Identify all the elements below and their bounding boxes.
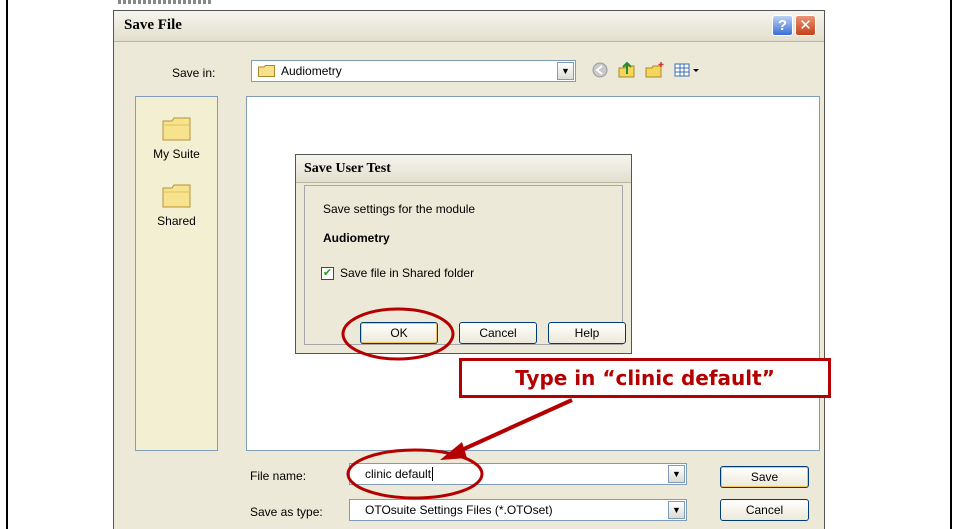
shared-folder-checkbox-label[interactable]: Save file in Shared folder <box>340 266 474 280</box>
file-name-input[interactable]: clinic default ▼ <box>349 463 687 485</box>
checkmark-icon: ✔ <box>322 267 333 279</box>
slide-frame-left <box>6 0 8 529</box>
chevron-down-icon[interactable]: ▼ <box>668 501 685 519</box>
cancel-button[interactable]: Cancel <box>720 499 809 521</box>
place-my-suite[interactable]: My Suite <box>136 115 217 161</box>
save-as-type-value: OTOsuite Settings Files (*.OTOset) <box>365 503 553 517</box>
save-in-dropdown[interactable]: Audiometry ▼ <box>251 60 576 82</box>
save-as-type-label: Save as type: <box>250 505 323 519</box>
place-shared[interactable]: Shared <box>136 182 217 228</box>
save-user-test-dialog: Save User Test Save settings for the mod… <box>295 154 632 354</box>
help-button[interactable]: Help <box>548 322 626 344</box>
annotation-text: Type in “clinic default” <box>515 366 775 390</box>
save-as-type-dropdown[interactable]: OTOsuite Settings Files (*.OTOset) ▼ <box>349 499 687 521</box>
file-name-value: clinic default <box>365 467 432 481</box>
save-user-test-titlebar[interactable]: Save User Test <box>296 155 631 183</box>
module-description: Save settings for the module <box>323 202 476 216</box>
file-name-label: File name: <box>250 469 307 483</box>
text-cursor <box>432 467 434 481</box>
view-menu-icon[interactable] <box>673 60 703 85</box>
module-name: Audiometry <box>323 231 390 245</box>
ok-button[interactable]: OK <box>360 322 438 344</box>
chevron-down-icon[interactable]: ▼ <box>557 62 574 80</box>
place-label: Shared <box>157 214 196 228</box>
place-label: My Suite <box>153 147 200 161</box>
navigation-toolbar <box>591 60 711 82</box>
up-folder-icon[interactable] <box>617 60 637 85</box>
save-file-titlebar[interactable]: Save File ? ✕ <box>114 11 824 42</box>
places-bar: My Suite Shared <box>135 96 218 451</box>
back-icon[interactable] <box>591 60 609 83</box>
shared-folder-checkbox[interactable]: ✔ <box>321 267 334 280</box>
save-in-value: Audiometry <box>281 64 342 78</box>
chevron-down-icon[interactable]: ▼ <box>668 465 685 483</box>
new-folder-icon[interactable] <box>644 60 666 85</box>
help-icon: ? <box>777 17 788 34</box>
save-button[interactable]: Save <box>720 466 809 488</box>
cancel-button[interactable]: Cancel <box>459 322 537 344</box>
dialog-title: Save File <box>124 17 182 33</box>
save-in-label: Save in: <box>172 66 216 80</box>
folder-icon <box>162 117 190 141</box>
folder-icon <box>258 65 275 77</box>
close-button[interactable]: ✕ <box>795 15 816 36</box>
dialog-title: Save User Test <box>304 161 391 176</box>
folder-icon <box>162 184 190 208</box>
slide-frame-right <box>950 0 952 529</box>
cropped-text-fragment <box>118 0 213 4</box>
annotation-callout: Type in “clinic default” <box>459 358 831 398</box>
close-icon: ✕ <box>799 17 812 34</box>
help-button[interactable]: ? <box>772 15 793 36</box>
